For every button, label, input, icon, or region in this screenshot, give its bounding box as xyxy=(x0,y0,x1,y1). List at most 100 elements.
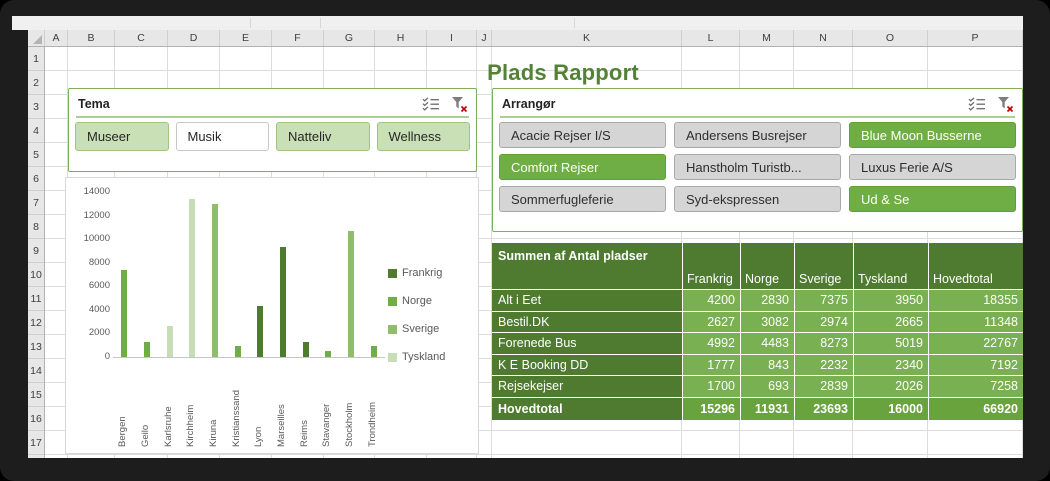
pivot-cell[interactable]: 5019 xyxy=(853,332,928,354)
pivot-row-label-rejsekejser[interactable]: Rejsekejser xyxy=(492,375,682,397)
slicer-item-luxus-ferie-a-s[interactable]: Luxus Ferie A/S xyxy=(849,154,1016,180)
chart-bar-marseilles[interactable] xyxy=(280,247,286,357)
pivot-cell[interactable]: 4200 xyxy=(682,289,740,311)
legend-item-norge[interactable]: Norge xyxy=(388,296,445,306)
row-header-10[interactable]: 10 xyxy=(28,263,44,287)
pivot-total-cell[interactable]: 23693 xyxy=(794,397,853,420)
chart-bar-stockholm[interactable] xyxy=(348,231,354,357)
column-header-L[interactable]: L xyxy=(682,30,740,46)
pivot-column-header-tyskland[interactable]: Tyskland xyxy=(853,243,928,289)
pivot-cell[interactable]: 1700 xyxy=(682,375,740,397)
pivot-cell[interactable]: 3082 xyxy=(740,311,794,333)
column-header-D[interactable]: D xyxy=(168,30,220,46)
column-header-C[interactable]: C xyxy=(115,30,168,46)
legend-item-sverige[interactable]: Sverige xyxy=(388,324,445,334)
pivot-cell[interactable]: 11348 xyxy=(928,311,1023,333)
slicer-item-blue-moon-busserne[interactable]: Blue Moon Busserne xyxy=(849,122,1016,148)
pivot-cell[interactable]: 2839 xyxy=(794,375,853,397)
pivot-cell[interactable]: 2974 xyxy=(794,311,853,333)
column-header-K[interactable]: K xyxy=(492,30,682,46)
clear-filter-icon[interactable] xyxy=(451,96,468,112)
pivot-cell[interactable]: 7375 xyxy=(794,289,853,311)
chart-bar-kiruna[interactable] xyxy=(212,204,218,357)
column-header-M[interactable]: M xyxy=(740,30,794,46)
pivot-row-label-k-e-booking-dd[interactable]: K E Booking DD xyxy=(492,354,682,376)
pivot-cell[interactable]: 3950 xyxy=(853,289,928,311)
row-header-5[interactable]: 5 xyxy=(28,143,44,167)
pivot-cell[interactable]: 693 xyxy=(740,375,794,397)
bar-chart[interactable]: 14000120001000080006000400020000BergenGe… xyxy=(65,177,479,454)
pivot-cell[interactable]: 4483 xyxy=(740,332,794,354)
row-header-6[interactable]: 6 xyxy=(28,167,44,191)
slicer-item-sommerfugleferie[interactable]: Sommerfugleferie xyxy=(499,186,666,212)
slicer-item-comfort-rejser[interactable]: Comfort Rejser xyxy=(499,154,666,180)
column-header-N[interactable]: N xyxy=(794,30,853,46)
pivot-column-header-norge[interactable]: Norge xyxy=(740,243,794,289)
row-header-15[interactable]: 15 xyxy=(28,383,44,407)
row-header-12[interactable]: 12 xyxy=(28,311,44,335)
row-header-3[interactable]: 3 xyxy=(28,95,44,119)
row-header-2[interactable]: 2 xyxy=(28,71,44,95)
slicer-item-hanstholm-turistb[interactable]: Hanstholm Turistb... xyxy=(674,154,841,180)
column-header-A[interactable]: A xyxy=(45,30,68,46)
pivot-cell[interactable]: 2340 xyxy=(853,354,928,376)
slicer-item-acacie-rejser-i-s[interactable]: Acacie Rejser I/S xyxy=(499,122,666,148)
pivot-row-label-forenede-bus[interactable]: Forenede Bus xyxy=(492,332,682,354)
row-header-8[interactable]: 8 xyxy=(28,215,44,239)
column-header-G[interactable]: G xyxy=(324,30,375,46)
pivot-cell[interactable]: 2026 xyxy=(853,375,928,397)
slicer-item-wellness[interactable]: Wellness xyxy=(377,122,471,151)
pivot-cell[interactable]: 2665 xyxy=(853,311,928,333)
column-header-P[interactable]: P xyxy=(928,30,1023,46)
chart-bar-stavanger[interactable] xyxy=(325,351,331,357)
row-header-1[interactable]: 1 xyxy=(28,47,44,71)
slicer-item-syd-ekspressen[interactable]: Syd-ekspressen xyxy=(674,186,841,212)
chart-bar-kirchheim[interactable] xyxy=(189,199,195,357)
pivot-cell[interactable]: 2627 xyxy=(682,311,740,333)
chart-bar-lyon[interactable] xyxy=(257,306,263,357)
pivot-cell[interactable]: 22767 xyxy=(928,332,1023,354)
pivot-cell[interactable]: 18355 xyxy=(928,289,1023,311)
column-header-I[interactable]: I xyxy=(427,30,477,46)
pivot-total-cell[interactable]: 11931 xyxy=(740,397,794,420)
multi-select-icon[interactable] xyxy=(968,97,986,111)
column-header-F[interactable]: F xyxy=(272,30,324,46)
pivot-cell[interactable]: 2830 xyxy=(740,289,794,311)
pivot-cell[interactable]: 7192 xyxy=(928,354,1023,376)
pivot-cell[interactable]: 2232 xyxy=(794,354,853,376)
row-header-17[interactable]: 17 xyxy=(28,431,44,455)
pivot-cell[interactable]: 1777 xyxy=(682,354,740,376)
slicer-item-museer[interactable]: Museer xyxy=(75,122,169,151)
column-header-H[interactable]: H xyxy=(375,30,427,46)
pivot-row-label-alt-i-eet[interactable]: Alt i Eet xyxy=(492,289,682,311)
legend-item-frankrig[interactable]: Frankrig xyxy=(388,268,445,278)
row-header-14[interactable]: 14 xyxy=(28,359,44,383)
slicer-item-ud-se[interactable]: Ud & Se xyxy=(849,186,1016,212)
row-header-11[interactable]: 11 xyxy=(28,287,44,311)
select-all-corner[interactable] xyxy=(28,30,45,46)
clear-filter-icon[interactable] xyxy=(997,96,1014,112)
chart-bar-geilo[interactable] xyxy=(144,342,150,357)
pivot-total-cell[interactable]: 15296 xyxy=(682,397,740,420)
pivot-cell[interactable]: 4992 xyxy=(682,332,740,354)
column-header-O[interactable]: O xyxy=(853,30,928,46)
pivot-cell[interactable]: 7258 xyxy=(928,375,1023,397)
legend-item-tyskland[interactable]: Tyskland xyxy=(388,352,445,362)
pivot-total-label[interactable]: Hovedtotal xyxy=(492,397,682,420)
pivot-cell[interactable]: 8273 xyxy=(794,332,853,354)
slicer-item-andersens-busrejser[interactable]: Andersens Busrejser xyxy=(674,122,841,148)
pivot-total-cell[interactable]: 16000 xyxy=(853,397,928,420)
chart-bar-kristianssand[interactable] xyxy=(235,346,241,357)
chart-bar-karlsruhe[interactable] xyxy=(167,326,173,357)
column-header-B[interactable]: B xyxy=(68,30,115,46)
chart-bar-trondheim[interactable] xyxy=(371,346,377,357)
pivot-row-label-bestil-dk[interactable]: Bestil.DK xyxy=(492,311,682,333)
row-header-9[interactable]: 9 xyxy=(28,239,44,263)
row-header-4[interactable]: 4 xyxy=(28,119,44,143)
multi-select-icon[interactable] xyxy=(422,97,440,111)
pivot-column-header-frankrig[interactable]: Frankrig xyxy=(682,243,740,289)
pivot-column-header-hovedtotal[interactable]: Hovedtotal xyxy=(928,243,1023,289)
chart-bar-reims[interactable] xyxy=(303,342,309,357)
row-header-13[interactable]: 13 xyxy=(28,335,44,359)
slicer-item-natteliv[interactable]: Natteliv xyxy=(276,122,370,151)
